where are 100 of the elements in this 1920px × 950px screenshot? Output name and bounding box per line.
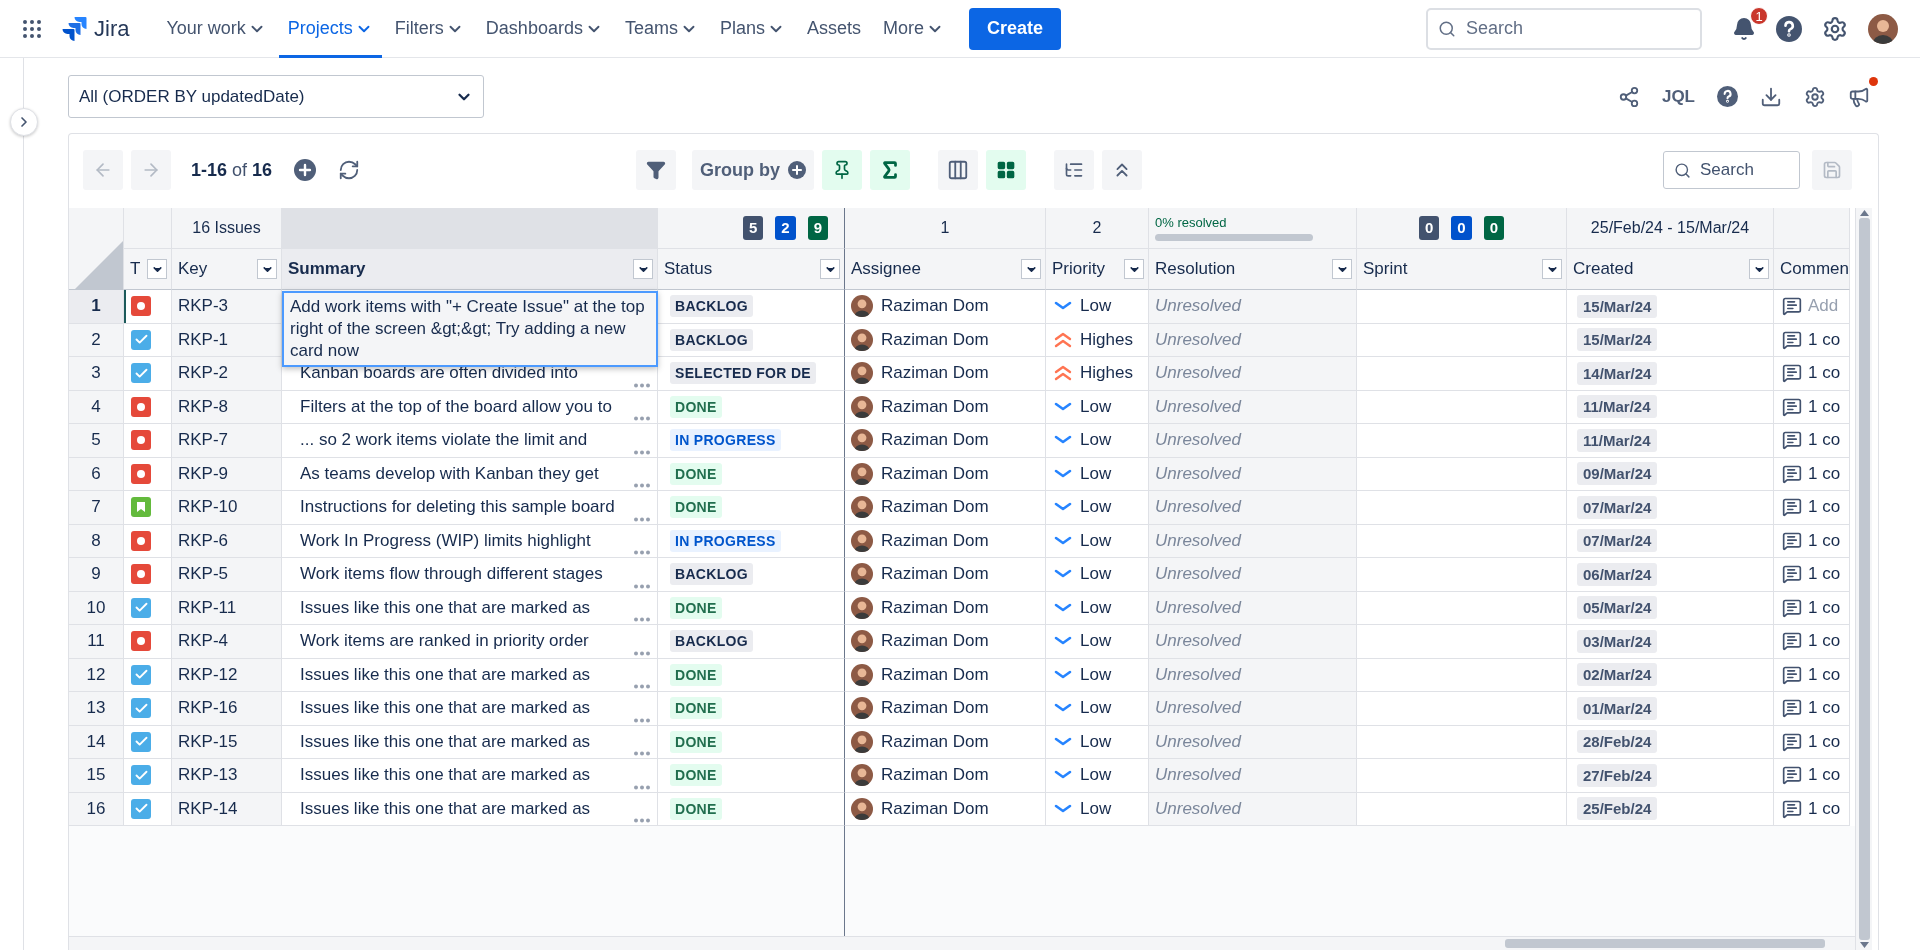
nav-item[interactable]: Teams: [615, 0, 707, 58]
nav-item[interactable]: Dashboards: [476, 0, 612, 58]
more-icon[interactable]: [633, 449, 651, 455]
column-header[interactable]: Summary: [282, 249, 658, 290]
horizontal-scrollbar[interactable]: [69, 936, 1855, 950]
nav-item[interactable]: Plans: [710, 0, 794, 58]
grid-button[interactable]: [986, 150, 1027, 190]
status-lozenge[interactable]: BACKLOG: [670, 295, 753, 318]
nav-item[interactable]: Assets: [797, 0, 870, 58]
row-number[interactable]: 8: [69, 524, 124, 558]
more-icon[interactable]: [633, 550, 651, 555]
collapse-button[interactable]: [1102, 150, 1143, 190]
column-menu-button[interactable]: [1021, 259, 1041, 279]
column-menu-button[interactable]: [147, 259, 167, 279]
add-button[interactable]: [294, 159, 317, 181]
row-number[interactable]: 4: [69, 390, 124, 424]
column-menu-button[interactable]: [820, 259, 840, 279]
row-number[interactable]: 9: [69, 558, 124, 592]
status-lozenge[interactable]: DONE: [670, 496, 722, 519]
row-number[interactable]: 5: [69, 424, 124, 458]
more-icon[interactable]: [633, 650, 651, 656]
column-header[interactable]: Key: [172, 249, 282, 290]
column-header[interactable]: Status: [658, 249, 845, 290]
status-lozenge[interactable]: BACKLOG: [670, 563, 753, 586]
row-number[interactable]: 11: [69, 625, 124, 659]
more-icon[interactable]: [633, 751, 651, 756]
pin-button[interactable]: [822, 150, 863, 190]
row-number[interactable]: 6: [69, 457, 124, 491]
more-icon[interactable]: [633, 416, 651, 421]
status-lozenge[interactable]: BACKLOG: [670, 328, 753, 351]
column-menu-button[interactable]: [1749, 259, 1769, 279]
status-lozenge[interactable]: DONE: [670, 730, 722, 753]
vertical-scrollbar[interactable]: [1855, 208, 1872, 950]
group-by-button[interactable]: Group by: [692, 150, 815, 190]
filter-select[interactable]: All (ORDER BY updatedDate): [68, 75, 484, 118]
settings-icon[interactable]: [1822, 15, 1848, 42]
status-lozenge[interactable]: DONE: [670, 797, 722, 820]
column-menu-button[interactable]: [1332, 259, 1352, 279]
scroll-down-icon[interactable]: [1859, 942, 1869, 948]
nav-item[interactable]: Your work: [157, 0, 275, 58]
row-number[interactable]: 3: [69, 357, 124, 391]
row-number[interactable]: 16: [69, 792, 124, 826]
column-header[interactable]: Assignee: [845, 249, 1046, 290]
status-lozenge[interactable]: DONE: [670, 663, 722, 686]
columns-button[interactable]: [938, 150, 979, 190]
more-icon[interactable]: [633, 583, 651, 589]
expand-sidebar-button[interactable]: [10, 108, 38, 136]
more-icon[interactable]: [633, 784, 651, 790]
nav-item[interactable]: Filters: [385, 0, 473, 58]
column-header[interactable]: Sprint: [1357, 249, 1567, 290]
row-number[interactable]: 10: [69, 591, 124, 625]
more-icon[interactable]: [633, 516, 651, 522]
filter-button[interactable]: [636, 150, 677, 190]
column-menu-button[interactable]: [633, 259, 653, 279]
status-lozenge[interactable]: DONE: [670, 462, 722, 485]
notification-icon[interactable]: [1732, 16, 1756, 41]
search-field[interactable]: Search: [1663, 151, 1800, 189]
column-header[interactable]: Priority: [1046, 249, 1149, 290]
search-field[interactable]: Search: [1426, 7, 1702, 50]
column-menu-button[interactable]: [1124, 259, 1144, 279]
create-button[interactable]: Create: [969, 7, 1062, 50]
row-number[interactable]: 14: [69, 725, 124, 759]
status-lozenge[interactable]: DONE: [670, 697, 722, 720]
status-lozenge[interactable]: IN PROGRESS: [670, 429, 781, 452]
nav-item[interactable]: More: [874, 0, 953, 58]
row-number[interactable]: 1: [69, 290, 124, 324]
summary-editor[interactable]: Add work items with "+ Create Issue" at the top right of the screen &gt;&gt; Try adding a new card now: [282, 291, 658, 367]
more-icon[interactable]: [633, 717, 651, 723]
nav-item[interactable]: Projects: [278, 0, 382, 58]
more-icon[interactable]: [633, 483, 651, 488]
more-icon[interactable]: [633, 382, 651, 388]
download-icon[interactable]: [1760, 85, 1782, 108]
row-number[interactable]: 15: [69, 759, 124, 793]
column-header[interactable]: Created: [1567, 249, 1774, 290]
refresh-button[interactable]: [338, 159, 361, 181]
share-icon[interactable]: [1617, 85, 1640, 108]
row-number[interactable]: 13: [69, 692, 124, 726]
row-number[interactable]: 2: [69, 323, 124, 357]
status-lozenge[interactable]: IN PROGRESS: [670, 529, 781, 552]
status-lozenge[interactable]: DONE: [670, 395, 722, 418]
status-lozenge[interactable]: BACKLOG: [670, 630, 753, 653]
column-menu-button[interactable]: [1542, 259, 1562, 279]
row-number[interactable]: 12: [69, 658, 124, 692]
scroll-up-icon[interactable]: [1859, 210, 1869, 216]
column-header[interactable]: T: [124, 249, 172, 290]
status-lozenge[interactable]: SELECTED FOR DE: [670, 362, 816, 385]
settings-icon[interactable]: [1804, 85, 1826, 108]
more-icon[interactable]: [633, 818, 651, 823]
megaphone-icon[interactable]: [1848, 85, 1870, 108]
row-number[interactable]: 7: [69, 491, 124, 525]
status-lozenge[interactable]: DONE: [670, 764, 722, 787]
column-header[interactable]: Resolution: [1149, 249, 1357, 290]
status-lozenge[interactable]: DONE: [670, 596, 722, 619]
column-menu-button[interactable]: [257, 259, 277, 279]
more-icon[interactable]: [633, 684, 651, 689]
jql-link[interactable]: JQL: [1661, 86, 1695, 107]
more-icon[interactable]: [633, 617, 651, 622]
hierarchy-button[interactable]: [1054, 150, 1095, 190]
sum-button[interactable]: [870, 150, 911, 190]
column-header[interactable]: Commen: [1774, 249, 1850, 290]
